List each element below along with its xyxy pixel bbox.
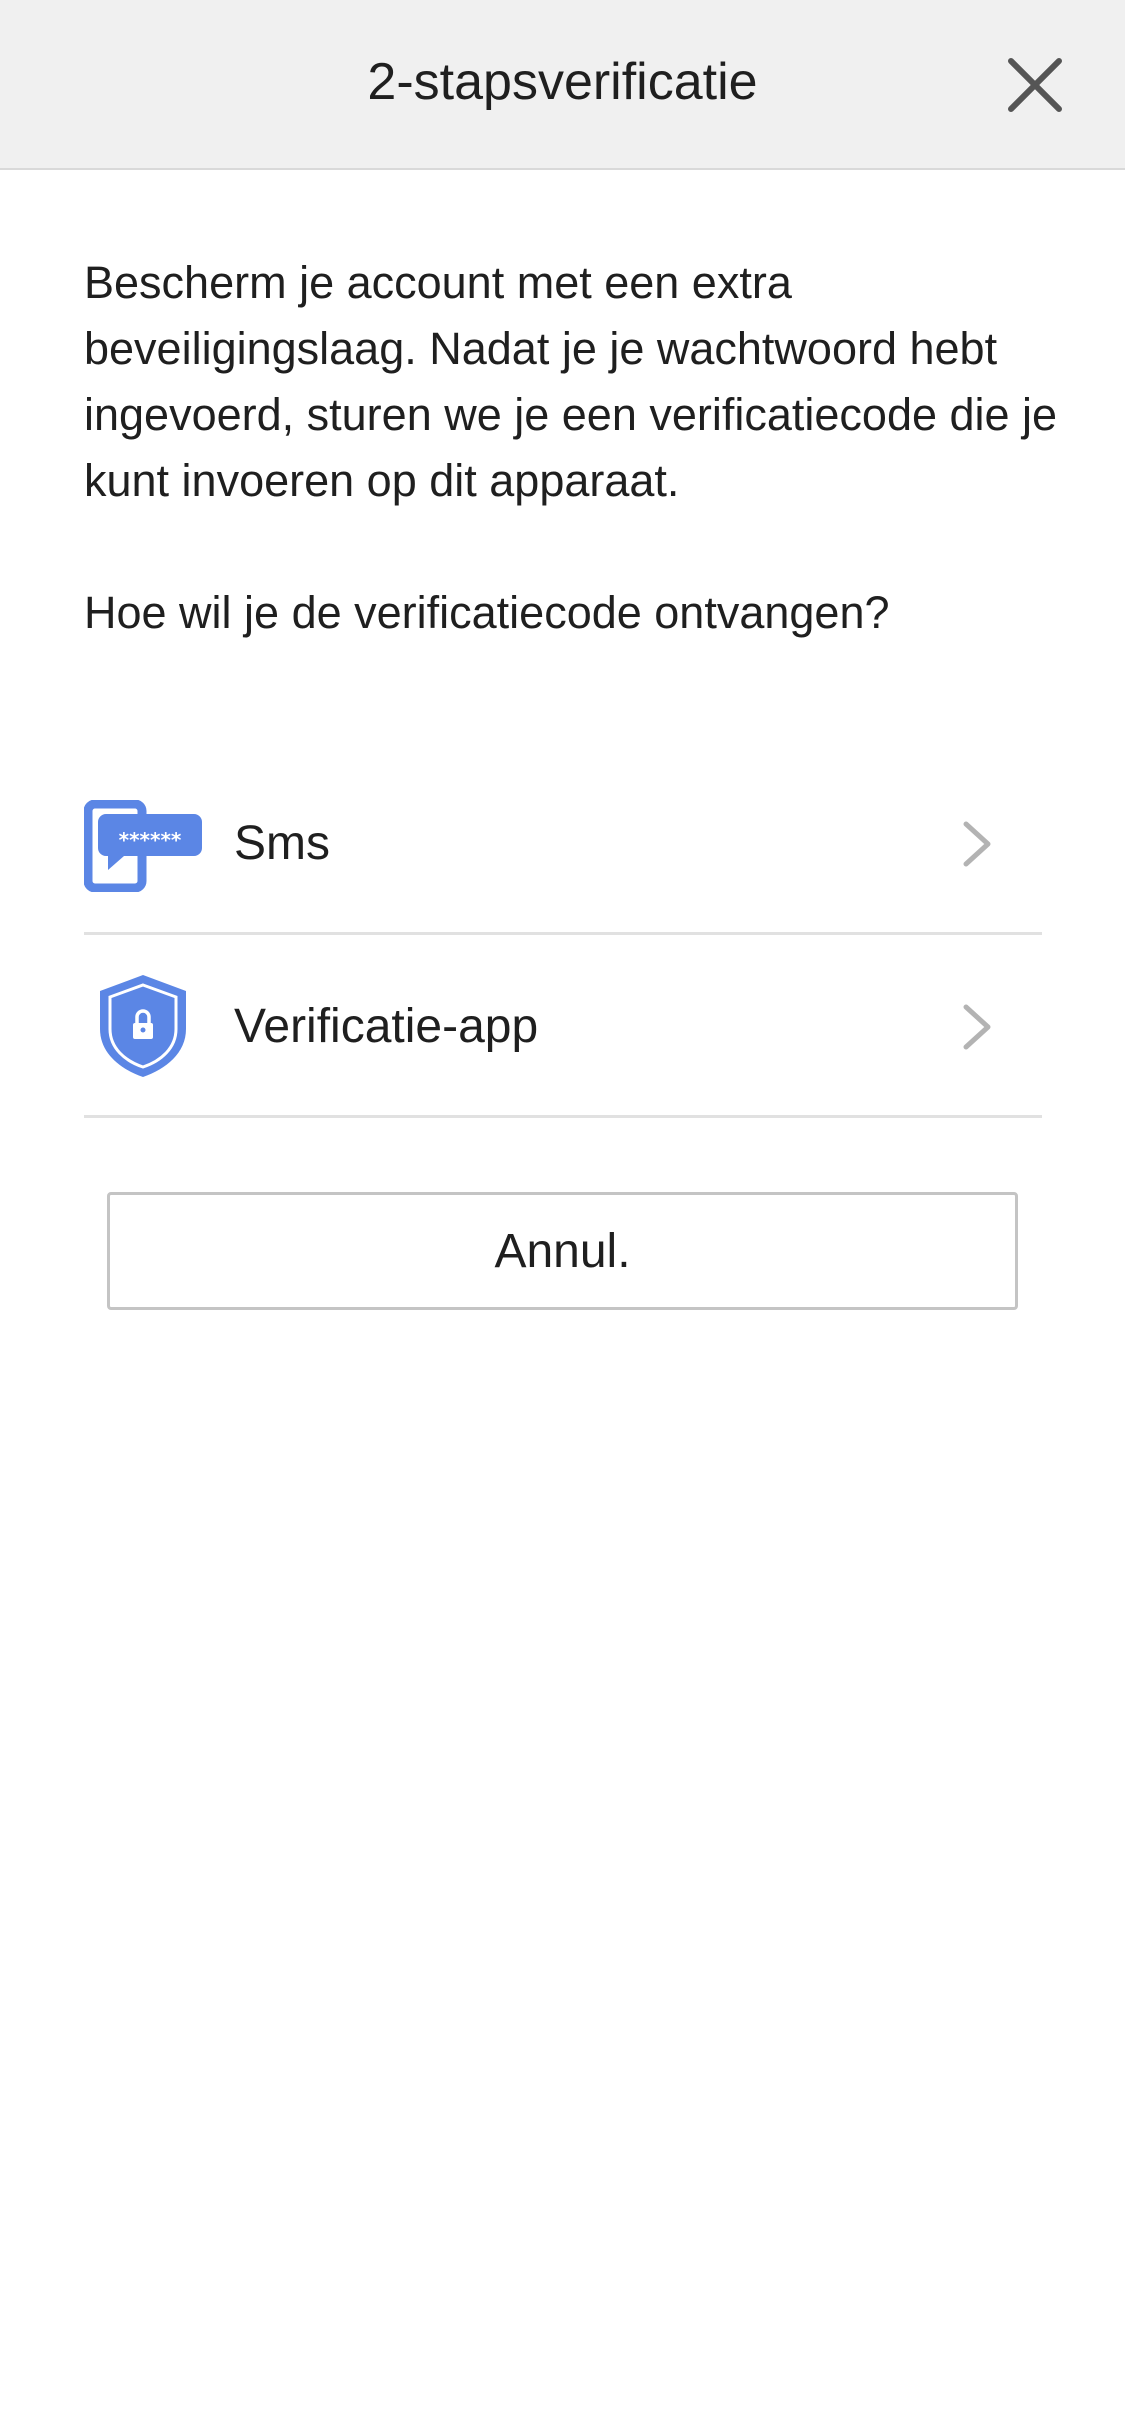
question-text: Hoe wil je de verificatiecode ontvangen? (84, 587, 890, 638)
close-icon (1008, 58, 1062, 112)
page-title: 2-stapsverificatie (367, 53, 758, 111)
sms-phone-icon: ****** (84, 800, 202, 892)
dialog-header: 2-stapsverificatie (0, 0, 1125, 170)
option-app-label: Verificatie-app (234, 1000, 539, 1053)
chevron-right-icon (963, 821, 991, 867)
close-button[interactable] (1005, 55, 1065, 115)
description-text: Bescherm je account met een extra beveil… (84, 257, 1058, 506)
shield-lock-icon (100, 975, 186, 1077)
chevron-right-icon (963, 1004, 991, 1050)
option-sms-label: Sms (234, 817, 330, 870)
intro-section: Bescherm je account met een extra beveil… (84, 250, 1064, 646)
option-sms[interactable]: ****** Sms (84, 752, 1042, 935)
sms-icon-asterisks: ****** (119, 828, 182, 852)
cancel-button[interactable]: Annul. (107, 1192, 1018, 1310)
option-verification-app[interactable]: Verificatie-app (84, 935, 1042, 1118)
